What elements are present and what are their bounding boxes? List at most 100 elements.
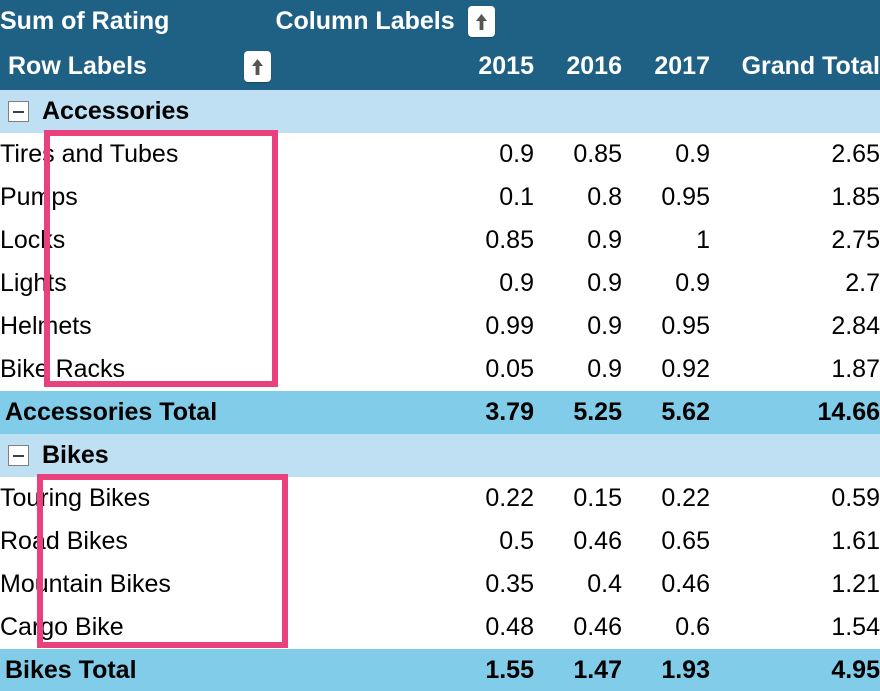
table-row[interactable]: Bike Racks 0.05 0.9 0.92 1.87 <box>0 348 880 391</box>
group-value-grand-total <box>710 434 880 477</box>
row-label: Tires and Tubes <box>0 140 179 168</box>
cell-2016: 0.8 <box>587 183 622 211</box>
sort-ascending-icon[interactable] <box>467 6 495 37</box>
table-row[interactable]: Pumps 0.1 0.8 0.95 1.85 <box>0 176 880 219</box>
cell-grand-total: 1.54 <box>831 613 880 641</box>
table-row[interactable]: Tires and Tubes 0.9 0.85 0.9 2.65 <box>0 133 880 176</box>
row-labels-label: Row Labels <box>8 52 147 80</box>
row-label: Locks <box>0 226 66 254</box>
row-labels-cell: Row Labels <box>0 43 446 90</box>
group-label: Bikes <box>42 441 109 469</box>
column-header-2017[interactable]: 2017 <box>622 43 710 90</box>
group-value-2016 <box>534 434 622 477</box>
group-label-cell: Accessories <box>0 90 446 133</box>
cell-grand-total: 2.7 <box>845 269 880 297</box>
cell-2015: 0.22 <box>485 484 534 512</box>
subtotal-row-bikes[interactable]: Bikes Total 1.55 1.47 1.93 4.95 <box>0 649 880 691</box>
cell-2016: 0.4 <box>587 570 622 598</box>
column-labels-label: Column Labels <box>275 7 455 35</box>
pivot-table-header: Sum of Rating Column Labels Row Labels 2… <box>0 0 880 90</box>
cell-2016: 0.46 <box>573 613 622 641</box>
group-value-2016 <box>534 90 622 133</box>
row-label: Lights <box>0 269 67 297</box>
column-header-2015[interactable]: 2015 <box>446 43 534 90</box>
table-row[interactable]: Lights 0.9 0.9 0.9 2.7 <box>0 262 880 305</box>
pivot-table: Sum of Rating Column Labels Row Labels 2… <box>0 0 880 691</box>
cell-2017: 0.95 <box>661 183 710 211</box>
table-row[interactable]: Helmets 0.99 0.9 0.95 2.84 <box>0 305 880 348</box>
subtotal-2015: 3.79 <box>485 398 534 426</box>
sort-ascending-icon[interactable] <box>243 51 271 82</box>
cell-grand-total: 1.61 <box>831 527 880 555</box>
cell-2016: 0.9 <box>587 355 622 383</box>
row-label: Helmets <box>0 312 92 340</box>
column-header-2016[interactable]: 2016 <box>534 43 622 90</box>
subtotal-row-accessories[interactable]: Accessories Total 3.79 5.25 5.62 14.66 <box>0 391 880 434</box>
cell-2016: 0.9 <box>587 269 622 297</box>
cell-2016: 0.15 <box>573 484 622 512</box>
header-top-filler <box>446 0 880 43</box>
subtotal-2016: 5.25 <box>573 398 622 426</box>
subtotal-2016: 1.47 <box>573 656 622 684</box>
group-row-accessories[interactable]: Accessories <box>0 90 880 133</box>
group-label: Accessories <box>42 97 190 125</box>
row-label: Mountain Bikes <box>0 570 171 598</box>
cell-2017: 0.65 <box>661 527 710 555</box>
subtotal-2017: 5.62 <box>661 398 710 426</box>
collapse-minus-icon[interactable] <box>8 445 29 466</box>
cell-2015: 0.35 <box>485 570 534 598</box>
cell-2016: 0.46 <box>573 527 622 555</box>
header-row-bottom: Row Labels 2015 2016 2017 Grand Total <box>0 43 880 90</box>
cell-2015: 0.9 <box>499 140 534 168</box>
cell-2015: 0.85 <box>485 226 534 254</box>
cell-2015: 0.99 <box>485 312 534 340</box>
cell-2017: 0.46 <box>661 570 710 598</box>
cell-grand-total: 2.75 <box>831 226 880 254</box>
cell-2016: 0.85 <box>573 140 622 168</box>
cell-grand-total: 2.84 <box>831 312 880 340</box>
row-label: Road Bikes <box>0 527 128 555</box>
pivot-table-body: Accessories Tires and Tubes 0.9 0.85 0.9… <box>0 90 880 691</box>
cell-grand-total: 1.87 <box>831 355 880 383</box>
cell-2015: 0.9 <box>499 269 534 297</box>
subtotal-label: Bikes Total <box>5 656 137 684</box>
group-value-2017 <box>622 434 710 477</box>
cell-2017: 0.92 <box>661 355 710 383</box>
row-label: Bike Racks <box>0 355 126 383</box>
column-header-grand-total[interactable]: Grand Total <box>710 43 880 90</box>
cell-grand-total: 1.85 <box>831 183 880 211</box>
group-value-2017 <box>622 90 710 133</box>
collapse-minus-icon[interactable] <box>8 101 29 122</box>
table-row[interactable]: Road Bikes 0.5 0.46 0.65 1.61 <box>0 520 880 563</box>
subtotal-2015: 1.55 <box>485 656 534 684</box>
table-row[interactable]: Mountain Bikes 0.35 0.4 0.46 1.21 <box>0 563 880 606</box>
group-value-2015 <box>446 90 534 133</box>
cell-grand-total: 1.21 <box>831 570 880 598</box>
cell-2016: 0.9 <box>587 226 622 254</box>
table-row[interactable]: Touring Bikes 0.22 0.15 0.22 0.59 <box>0 477 880 520</box>
row-label: Pumps <box>0 183 78 211</box>
cell-2015: 0.05 <box>485 355 534 383</box>
table-row[interactable]: Locks 0.85 0.9 1 2.75 <box>0 219 880 262</box>
group-value-grand-total <box>710 90 880 133</box>
cell-2016: 0.9 <box>587 312 622 340</box>
group-row-bikes[interactable]: Bikes <box>0 434 880 477</box>
subtotal-label: Accessories Total <box>5 398 218 426</box>
cell-2015: 0.48 <box>485 613 534 641</box>
cell-2015: 0.5 <box>499 527 534 555</box>
cell-2017: 0.6 <box>675 613 710 641</box>
table-row[interactable]: Cargo Bike 0.48 0.46 0.6 1.54 <box>0 606 880 649</box>
cell-2015: 0.1 <box>499 183 534 211</box>
cell-2017: 0.22 <box>661 484 710 512</box>
cell-grand-total: 0.59 <box>831 484 880 512</box>
pivot-table-root: Sum of Rating Column Labels Row Labels 2… <box>0 0 880 691</box>
subtotal-grand-total: 4.95 <box>831 656 880 684</box>
subtotal-2017: 1.93 <box>661 656 710 684</box>
cell-2017: 0.95 <box>661 312 710 340</box>
group-label-cell: Bikes <box>0 434 446 477</box>
value-field-label: Sum of Rating <box>0 7 170 35</box>
row-label: Cargo Bike <box>0 613 124 641</box>
cell-2017: 1 <box>696 226 710 254</box>
value-field-and-column-labels-cell: Sum of Rating Column Labels <box>0 0 495 43</box>
cell-2017: 0.9 <box>675 140 710 168</box>
